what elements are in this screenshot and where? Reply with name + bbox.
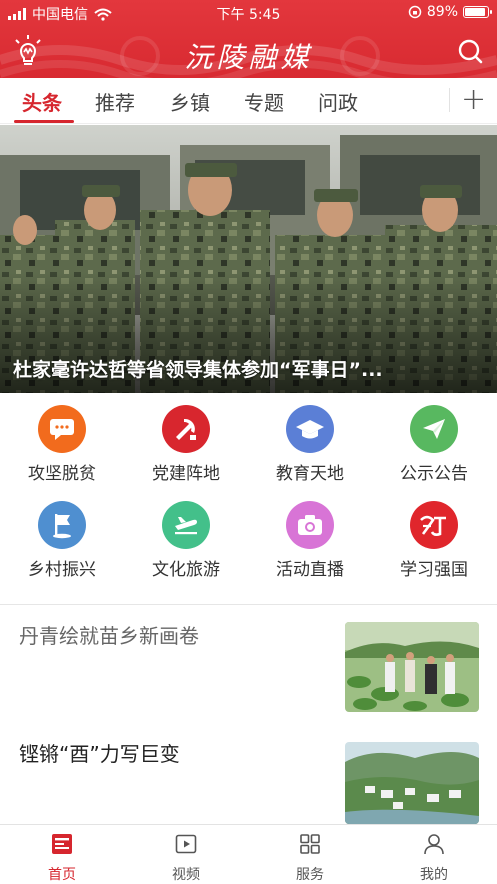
- paper-plane-icon: [410, 405, 458, 453]
- battery-percent: 89%: [426, 4, 458, 20]
- news-thumbnail: [345, 742, 479, 824]
- news-thumbnail: [345, 622, 479, 712]
- news-item[interactable]: 丹青绘就苗乡新画卷: [0, 606, 497, 718]
- grid-label: 活动直播: [276, 560, 344, 580]
- battery-icon: [463, 6, 492, 18]
- active-tab-indicator: [14, 120, 74, 123]
- tab-recommend[interactable]: 推荐: [95, 87, 135, 116]
- graduation-cap-icon: [286, 405, 334, 453]
- grid-item-poverty[interactable]: 攻坚脱贫: [12, 405, 112, 484]
- app-title: 沅陵融媒: [184, 41, 313, 74]
- tab-topics[interactable]: 专题: [244, 87, 284, 116]
- news-title: 铿锵“酉”力写巨变: [19, 742, 180, 766]
- xuexi-logo-icon: [410, 501, 458, 549]
- message-icon: [38, 405, 86, 453]
- tab-inquiry[interactable]: 问政: [318, 87, 358, 116]
- headline-banner[interactable]: 杜家毫许达哲等省领导集体参加“军事日”...: [0, 125, 497, 393]
- news-item[interactable]: 铿锵“酉”力写巨变: [0, 724, 497, 824]
- grid-label: 教育天地: [276, 464, 344, 484]
- nav-label: 服务: [296, 867, 324, 883]
- app-header: 中国电信 下午 5:45 89% 沅陵融媒: [0, 0, 497, 78]
- grid-label: 攻坚脱贫: [28, 464, 96, 484]
- airplane-icon: [162, 501, 210, 549]
- grid-item-xuexi[interactable]: 学习强国: [384, 501, 484, 580]
- grid-item-party-building[interactable]: 党建阵地: [136, 405, 236, 484]
- channel-tabs: 头条 推荐 乡镇 专题 问政 +: [0, 78, 497, 124]
- tab-headline[interactable]: 头条: [22, 87, 62, 116]
- video-icon: [175, 834, 197, 854]
- add-channel-button[interactable]: +: [461, 82, 486, 117]
- news-title: 丹青绘就苗乡新画卷: [19, 624, 199, 648]
- grid-item-announcements[interactable]: 公示公告: [384, 405, 484, 484]
- nav-label: 视频: [172, 867, 200, 883]
- grid-icon: [300, 834, 320, 854]
- banner-image: [0, 125, 497, 393]
- section-divider: [0, 604, 497, 605]
- title-bar: 沅陵融媒: [0, 26, 497, 78]
- grid-item-culture-tourism[interactable]: 文化旅游: [136, 501, 236, 580]
- bottom-navigation: 首页 视频 服务 我的: [0, 824, 497, 883]
- tab-towns[interactable]: 乡镇: [170, 87, 210, 116]
- grid-item-education[interactable]: 教育天地: [260, 405, 360, 484]
- grid-label: 文化旅游: [152, 560, 220, 580]
- service-grid: 攻坚脱贫 党建阵地 教育天地 公示公告 乡村振兴 文化旅游 活动直播 学习强国: [0, 395, 497, 600]
- search-icon[interactable]: [457, 38, 483, 64]
- nav-profile[interactable]: 我的: [394, 833, 474, 884]
- party-emblem-icon: [162, 405, 210, 453]
- grid-label: 党建阵地: [152, 464, 220, 484]
- grid-label: 学习强国: [400, 560, 468, 580]
- nav-home[interactable]: 首页: [22, 833, 102, 884]
- nav-label: 首页: [48, 867, 76, 883]
- grid-label: 公示公告: [400, 464, 468, 484]
- flag-icon: [38, 501, 86, 549]
- nav-services[interactable]: 服务: [270, 833, 350, 884]
- nav-video[interactable]: 视频: [146, 833, 226, 884]
- nav-label: 我的: [420, 867, 448, 883]
- banner-caption: 杜家毫许达哲等省领导集体参加“军事日”...: [13, 359, 383, 381]
- user-icon: [424, 834, 444, 855]
- tab-divider: [449, 88, 450, 112]
- grid-item-live[interactable]: 活动直播: [260, 501, 360, 580]
- status-bar: 中国电信 下午 5:45 89%: [0, 0, 497, 26]
- grid-label: 乡村振兴: [28, 560, 96, 580]
- camera-icon: [286, 501, 334, 549]
- grid-item-rural-revitalization[interactable]: 乡村振兴: [12, 501, 112, 580]
- rotation-lock-icon: [408, 5, 422, 19]
- home-icon: [52, 834, 72, 854]
